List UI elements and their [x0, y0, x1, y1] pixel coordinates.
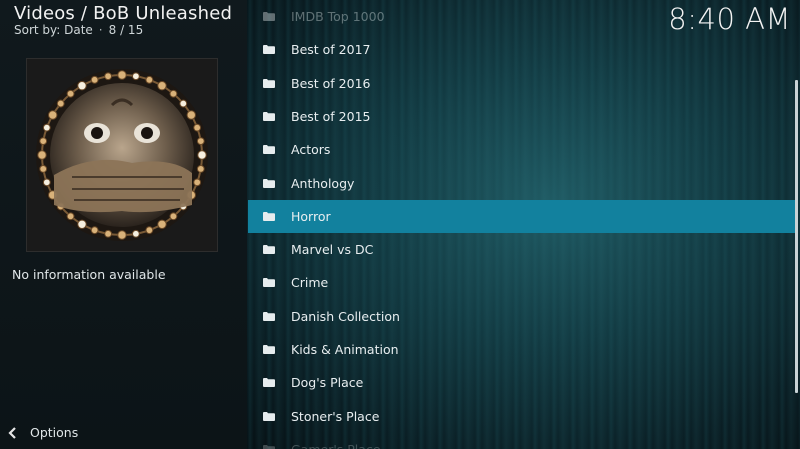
list-item-label: Gamer's Place [291, 442, 381, 449]
folder-icon [263, 145, 275, 155]
sort-info[interactable]: Sort by: Date · 8 / 15 [14, 23, 143, 37]
folder-icon [263, 311, 275, 321]
list-item-label: Marvel vs DC [291, 242, 374, 258]
list-item[interactable]: Best of 2016 [248, 67, 797, 100]
list-item-label: Kids & Animation [291, 342, 399, 357]
folder-icon [263, 211, 275, 221]
sort-label: Sort by: Date [14, 23, 93, 37]
folder-icon [263, 178, 275, 188]
list-item[interactable]: Gamer's Place [248, 433, 797, 449]
item-position: 8 / 15 [108, 23, 144, 37]
list-item-label: Crime [291, 275, 329, 291]
list-item[interactable]: Dog's Place [248, 366, 797, 399]
page-title: Videos / BoB Unleashed [14, 3, 233, 24]
list-item[interactable]: Actors [248, 133, 797, 166]
options-button[interactable]: Options [6, 425, 78, 440]
folder-icon [263, 45, 275, 55]
options-label: Options [30, 425, 79, 440]
folder-icon [263, 78, 275, 88]
list-item-label: Best of 2017 [291, 42, 371, 58]
list-item[interactable]: Horror [248, 199, 797, 233]
options-arrow-icon [8, 426, 16, 439]
folder-icon [263, 111, 275, 121]
list-item[interactable]: Anthology [248, 167, 797, 200]
folder-icon [263, 345, 275, 354]
list-item[interactable]: IMDB Top 1000 [248, 0, 797, 33]
folder-icon [263, 411, 275, 421]
list-item[interactable]: Danish Collection [248, 300, 797, 333]
info-text: No information available [12, 267, 166, 282]
scrollbar[interactable] [795, 80, 798, 393]
list-item-label: Anthology [291, 175, 355, 191]
list-item-label: Stoner's Place [291, 408, 380, 424]
folder-icon [263, 378, 275, 388]
folder-icon [263, 444, 275, 449]
folder-icon [263, 12, 275, 21]
list-item-label: Horror [291, 208, 331, 224]
list-item-label: Danish Collection [291, 308, 400, 324]
list-item[interactable]: Best of 2015 [248, 100, 797, 133]
list-item-label: Actors [291, 142, 331, 158]
list-item[interactable]: Best of 2017 [248, 33, 797, 66]
list-item[interactable]: Crime [248, 266, 797, 299]
list-item-label: Best of 2016 [291, 75, 371, 91]
list-item[interactable]: Stoner's Place [248, 400, 797, 433]
folder-icon [263, 245, 275, 255]
folder-icon [263, 278, 275, 288]
thumbnail [26, 58, 218, 252]
list-item-label: Best of 2015 [291, 108, 371, 124]
list-item[interactable]: Marvel vs DC [248, 233, 797, 266]
list-item-label: Dog's Place [291, 375, 364, 391]
folder-list: IMDB Top 1000 Best of 2017 Best of 2016 Bes… [248, 0, 797, 449]
list-item[interactable]: Kids & Animation [248, 333, 797, 366]
horror-poster-art [36, 69, 208, 241]
list-item-label: IMDB Top 1000 [291, 9, 385, 24]
